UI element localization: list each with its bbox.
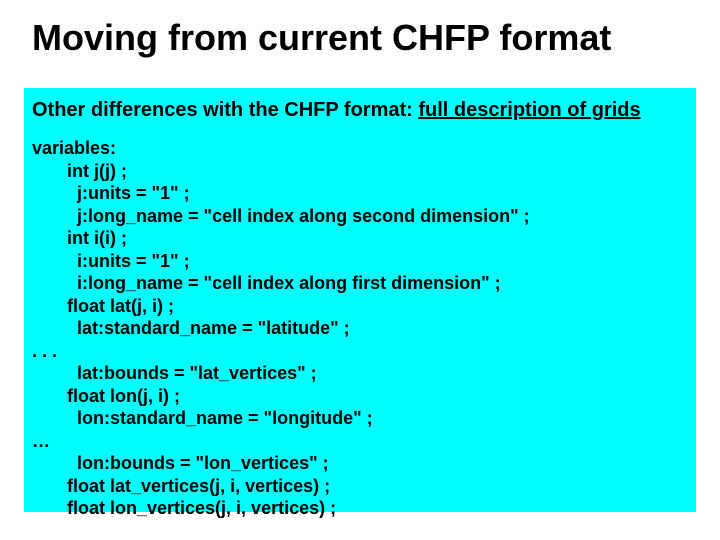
code-line: . . . <box>32 340 688 363</box>
code-line: float lon_vertices(j, i, vertices) ; <box>32 497 688 520</box>
code-line: lat:bounds = "lat_vertices" ; <box>32 362 688 385</box>
code-line: int j(j) ; <box>32 160 688 183</box>
code-line: j:units = "1" ; <box>32 182 688 205</box>
code-line: variables: <box>32 137 688 160</box>
code-line: i:long_name = "cell index along first di… <box>32 272 688 295</box>
code-line: lon:bounds = "lon_vertices" ; <box>32 452 688 475</box>
subhead-underlined: full description of grids <box>418 99 640 121</box>
code-line: lon:standard_name = "longitude" ; <box>32 407 688 430</box>
code-line: int i(i) ; <box>32 227 688 250</box>
code-line: float lat_vertices(j, i, vertices) ; <box>32 475 688 498</box>
code-line: j:long_name = "cell index along second d… <box>32 205 688 228</box>
slide-title: Moving from current CHFP format <box>0 0 720 58</box>
code-line: float lon(j, i) ; <box>32 385 688 408</box>
slide: Moving from current CHFP format Other di… <box>0 0 720 540</box>
code-line: float lat(j, i) ; <box>32 295 688 318</box>
code-line: … <box>32 430 688 453</box>
code-line: i:units = "1" ; <box>32 250 688 273</box>
subheading: Other differences with the CHFP format: … <box>32 98 688 123</box>
subhead-prefix: Other differences with the CHFP format: <box>32 99 418 121</box>
code-line: lat:standard_name = "latitude" ; <box>32 317 688 340</box>
code-block: variables: int j(j) ; j:units = "1" ; j:… <box>32 137 688 520</box>
content-panel: Other differences with the CHFP format: … <box>24 88 696 512</box>
